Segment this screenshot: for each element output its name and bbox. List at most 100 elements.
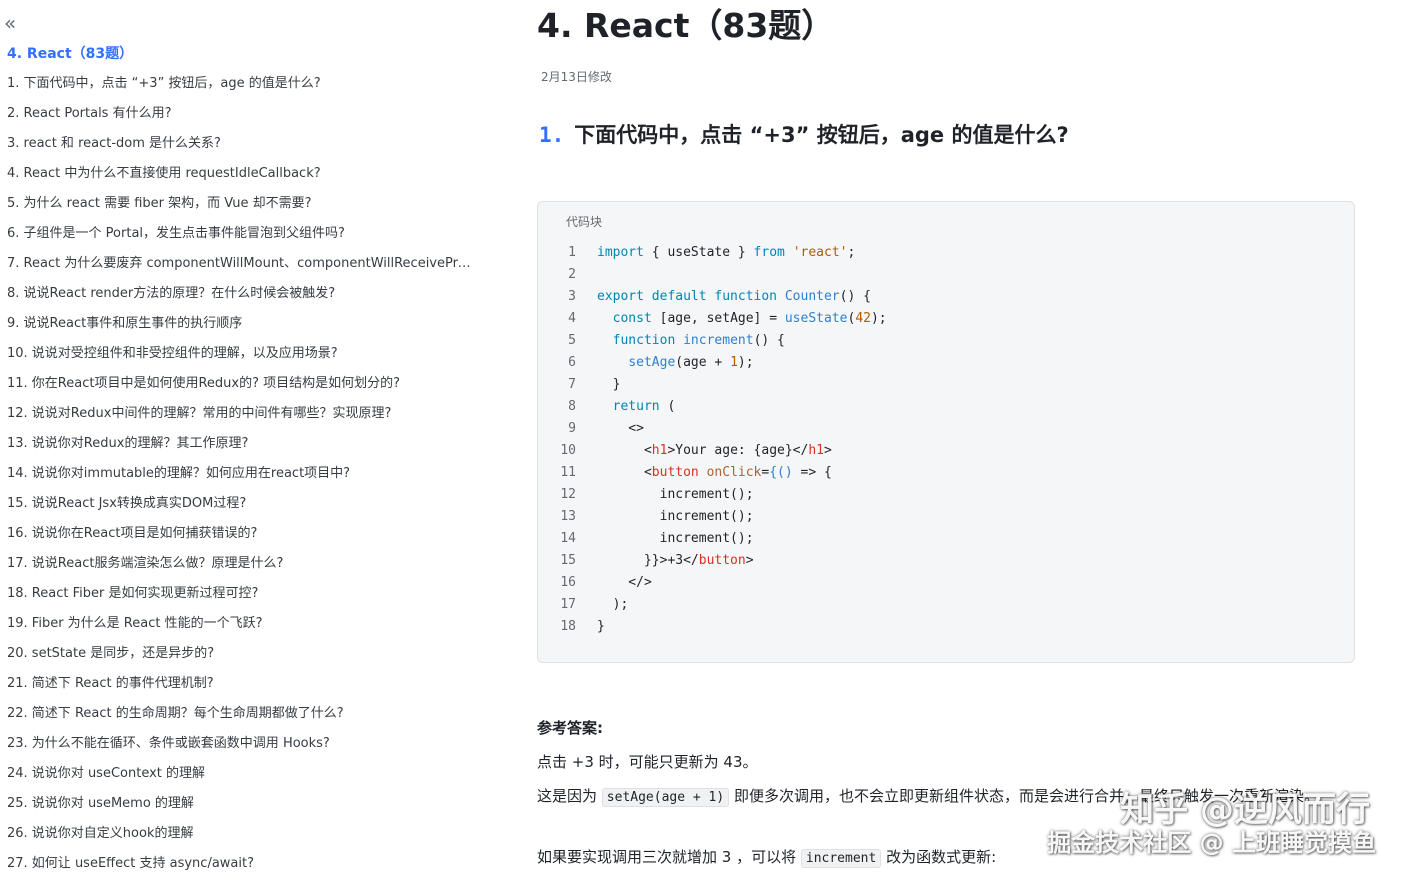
toc-title[interactable]: 4. React（83题） [7, 44, 133, 64]
code-token: [age, setAge] = [651, 311, 785, 326]
toc-item[interactable]: 19. Fiber 为什么是 React 性能的一个飞跃? [7, 612, 475, 642]
toc-item[interactable]: 14. 说说你对immutable的理解？如何应用在react项目中? [7, 462, 475, 492]
question-heading: 1. 下面代码中，点击 “+3” 按钮后，age 的值是什么? [539, 118, 1069, 152]
line-number: 11 [560, 465, 576, 480]
code-token: () { [839, 289, 871, 304]
code-line: 18} [554, 616, 887, 638]
toc-item[interactable]: 7. React 为什么要废弃 componentWillMount、compo… [7, 252, 475, 282]
code-token: button [651, 465, 699, 480]
line-number: 14 [560, 531, 576, 546]
collapse-sidebar-icon[interactable]: « [4, 12, 24, 34]
answer-p2-text-a: 这是因为 [537, 787, 598, 805]
line-number: 12 [560, 487, 576, 502]
code-line: 12 increment(); [554, 484, 887, 506]
line-number: 5 [568, 333, 576, 348]
toc-item[interactable]: 9. 说说React事件和原生事件的执行顺序 [7, 312, 475, 342]
code-token: return [612, 399, 660, 414]
code-token: export default function [597, 289, 778, 304]
code-token: Counter [784, 289, 840, 304]
toc-item[interactable]: 4. React 中为什么不直接使用 requestIdleCallback? [7, 162, 475, 192]
code-token: => { [792, 465, 832, 480]
code-line: 4 const [age, setAge] = useState(42); [554, 308, 887, 330]
line-number: 1 [568, 245, 576, 260]
toc-item[interactable]: 15. 说说React Jsx转换成真实DOM过程? [7, 492, 475, 522]
code-token: ); [737, 355, 754, 370]
question-number: 1. [539, 123, 565, 147]
toc-list: 1. 下面代码中，点击 “+3” 按钮后，age 的值是什么? 2. React … [7, 72, 475, 881]
toc-item[interactable]: 18. React Fiber 是如何实现更新过程可控? [7, 582, 475, 612]
code-token: < [597, 465, 652, 480]
code-token: ); [870, 311, 887, 326]
modified-time: 2月13日修改 [541, 70, 612, 84]
answer-paragraph-2: 这是因为 setAge(age + 1) 即便多次调用，也不会立即更新组件状态，… [537, 783, 1352, 811]
toc-item[interactable]: 1. 下面代码中，点击 “+3” 按钮后，age 的值是什么? [7, 72, 475, 102]
code-lines: 1 import { useState } from 'react'; 2 3 expo… [554, 242, 887, 638]
answer-heading: 参考答案: [537, 719, 603, 737]
code-block[interactable]: 代码块 1 import { useState } from 'react'; 2 3… [537, 201, 1355, 663]
toc-sidebar: « 4. React（83题） 1. 下面代码中，点击 “+3” 按钮后，age… [0, 0, 480, 881]
line-number: 2 [568, 267, 576, 282]
code-line: 3 export default function Counter() { [554, 286, 887, 308]
code-token: increment [683, 333, 754, 348]
answer-p2-text-b: 即便多次调用，也不会立即更新组件状态，而是会进行合并，最终只触发一次重新渲染。 [733, 787, 1319, 805]
code-token: onClick [706, 465, 762, 480]
line-number: 16 [560, 575, 576, 590]
toc-item[interactable]: 23. 为什么不能在循环、条件或嵌套函数中调用 Hooks? [7, 732, 475, 762]
code-token: h1 [808, 443, 824, 458]
code-token: ; [847, 245, 856, 260]
toc-item[interactable]: 10. 说说对受控组件和非受控组件的理解，以及应用场景? [7, 342, 475, 372]
toc-item[interactable]: 8. 说说React render方法的原理？在什么时候会被触发? [7, 282, 475, 312]
answer-paragraph-1: 点击 +3 时，可能只更新为 43。 [537, 753, 758, 771]
code-token: = [761, 465, 770, 480]
toc-item[interactable]: 20. setState 是同步，还是异步的? [7, 642, 475, 672]
answer-paragraph-3: 如果要实现调用三次就增加 3 ，可以将 increment 改为函数式更新: [537, 844, 1352, 872]
line-number: 7 [568, 377, 576, 392]
line-number: 8 [568, 399, 576, 414]
code-token: const [612, 311, 652, 326]
code-token: </> [597, 575, 652, 590]
toc-item[interactable]: 26. 说说你对自定义hook的理解 [7, 822, 475, 852]
toc-item[interactable]: 24. 说说你对 useContext 的理解 [7, 762, 475, 792]
code-token: () { [753, 333, 785, 348]
toc-item[interactable]: 12. 说说对Redux中间件的理解？常用的中间件有哪些？实现原理? [7, 402, 475, 432]
toc-item[interactable]: 6. 子组件是一个 Portal，发生点击事件能冒泡到父组件吗? [7, 222, 475, 252]
code-token: > [745, 553, 754, 568]
code-block-label: 代码块 [566, 215, 603, 229]
toc-item[interactable]: 11. 你在React项目中是如何使用Redux的? 项目结构是如何划分的? [7, 372, 475, 402]
toc-item[interactable]: 21. 简述下 React 的事件代理机制? [7, 672, 475, 702]
toc-item[interactable]: 5. 为什么 react 需要 fiber 架构，而 Vue 却不需要? [7, 192, 475, 222]
toc-item[interactable]: 13. 说说你对Redux的理解？其工作原理? [7, 432, 475, 462]
code-token: function [612, 333, 676, 348]
line-number: 10 [560, 443, 576, 458]
code-token: } [597, 377, 621, 392]
toc-item[interactable]: 3. react 和 react-dom 是什么关系? [7, 132, 475, 162]
code-token: increment(); [597, 509, 754, 524]
code-token: }}>+3</ [597, 553, 699, 568]
line-number: 9 [568, 421, 576, 436]
code-line: 1 import { useState } from 'react'; [554, 242, 887, 264]
toc-item[interactable]: 17. 说说React服务端渲染怎么做？原理是什么? [7, 552, 475, 582]
code-token: button [698, 553, 746, 568]
toc-item[interactable]: 25. 说说你对 useMemo 的理解 [7, 792, 475, 822]
code-token: (age + [675, 355, 731, 370]
code-token: useState [784, 311, 848, 326]
code-line: 9 <> [554, 418, 887, 440]
code-token: from [753, 245, 785, 260]
code-token: 1 [730, 355, 738, 370]
toc-item[interactable]: 2. React Portals 有什么用? [7, 102, 475, 132]
document-content: 4. React（83题） 2月13日修改 1. 下面代码中，点击 “+3” 按钮… [537, 0, 1367, 881]
line-number: 4 [568, 311, 576, 326]
code-token: ( [659, 399, 676, 414]
code-token: setAge [628, 355, 676, 370]
line-number: 6 [568, 355, 576, 370]
code-line: 13 increment(); [554, 506, 887, 528]
line-number: 15 [560, 553, 576, 568]
toc-item[interactable]: 27. 如何让 useEffect 支持 async/await? [7, 852, 475, 881]
code-token: { useState } [643, 245, 754, 260]
toc-item[interactable]: 16. 说说你在React项目是如何捕获错误的? [7, 522, 475, 552]
toc-item[interactable]: 22. 简述下 React 的生命周期？每个生命周期都做了什么? [7, 702, 475, 732]
